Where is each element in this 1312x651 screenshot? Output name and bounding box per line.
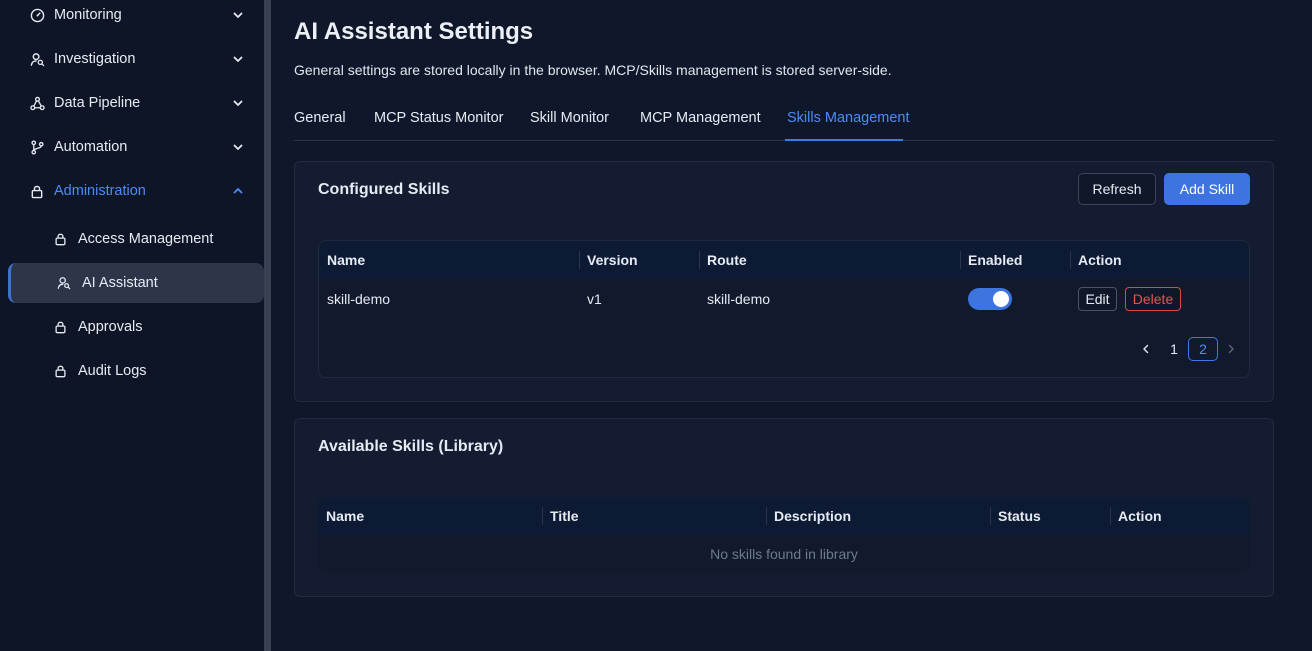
page-title: AI Assistant Settings: [294, 18, 534, 45]
sidebar-item-label: Audit Logs: [78, 363, 147, 379]
enabled-toggle[interactable]: [968, 288, 1012, 310]
empty-state: No skills found in library: [318, 535, 1250, 573]
table-header: Name Title Description Status Action: [318, 497, 1250, 535]
gauge-icon: [29, 7, 45, 23]
configured-skills-card: Configured Skills Refresh Add Skill Name…: [294, 161, 1274, 402]
branch-icon: [29, 139, 45, 155]
tab-general[interactable]: General: [294, 110, 346, 126]
lock-icon: [53, 232, 67, 246]
sidebar-item-audit-logs[interactable]: Audit Logs: [8, 352, 264, 390]
column-header-version: Version: [579, 241, 638, 279]
next-page-icon[interactable]: [1216, 337, 1246, 361]
library-skills-table: Name Title Description Status Action No …: [318, 497, 1250, 573]
nav-group-label: Automation: [54, 139, 128, 155]
prev-page-icon[interactable]: [1131, 337, 1161, 361]
tab-bar: General MCP Status Monitor Skill Monitor…: [294, 100, 1274, 141]
nav-group-label: Administration: [54, 183, 146, 199]
chevron-down-icon: [232, 53, 244, 65]
configured-skills-table: Name Version Route Enabled Action skill-…: [318, 240, 1250, 378]
lock-icon: [53, 320, 67, 334]
active-tab-indicator: [785, 139, 903, 141]
sidebar-item-ai-assistant[interactable]: AI Assistant: [8, 263, 264, 303]
sidebar-scrollbar[interactable]: [264, 0, 271, 651]
column-header-enabled: Enabled: [960, 241, 1022, 279]
delete-button[interactable]: Delete: [1125, 287, 1181, 311]
nav-group-label: Data Pipeline: [54, 95, 141, 111]
tab-skills-management[interactable]: Skills Management: [787, 110, 910, 126]
page-button-1[interactable]: 1: [1159, 337, 1189, 361]
column-header-action: Action: [1070, 241, 1122, 279]
page-button-2[interactable]: 2: [1188, 337, 1218, 361]
column-header-name: Name: [327, 252, 366, 268]
available-skills-card: Available Skills (Library) Name Title De…: [294, 418, 1274, 597]
column-header-name: Name: [326, 508, 365, 524]
sidebar-item-label: Access Management: [78, 231, 214, 247]
edit-button[interactable]: Edit: [1078, 287, 1117, 311]
chevron-down-icon: [232, 97, 244, 109]
toggle-knob: [993, 291, 1009, 307]
sidebar-item-label: AI Assistant: [82, 275, 158, 291]
tab-skill-monitor[interactable]: Skill Monitor: [530, 110, 609, 126]
cell-name: skill-demo: [327, 291, 391, 307]
page-subtitle: General settings are stored locally in t…: [294, 62, 892, 78]
column-header-description: Description: [766, 497, 851, 535]
nav-group-label: Monitoring: [54, 7, 122, 23]
nav-group-investigation[interactable]: Investigation: [0, 41, 264, 77]
column-header-route: Route: [699, 241, 747, 279]
chevron-down-icon: [232, 9, 244, 21]
lock-icon: [53, 364, 67, 378]
user-search-icon: [29, 51, 45, 67]
chevron-up-icon: [232, 185, 244, 197]
configured-skills-title: Configured Skills: [318, 181, 450, 198]
column-header-title: Title: [542, 497, 579, 535]
tab-mcp-management[interactable]: MCP Management: [640, 110, 761, 126]
sidebar-item-label: Approvals: [78, 319, 143, 335]
pipeline-icon: [29, 95, 45, 111]
nav-group-automation[interactable]: Automation: [0, 129, 264, 165]
chevron-down-icon: [232, 141, 244, 153]
nav-group-data-pipeline[interactable]: Data Pipeline: [0, 85, 264, 121]
tab-mcp-status-monitor[interactable]: MCP Status Monitor: [374, 110, 503, 126]
column-header-status: Status: [990, 497, 1041, 535]
sidebar-item-access-management[interactable]: Access Management: [8, 220, 264, 258]
lock-icon: [29, 183, 45, 199]
cell-route: skill-demo: [707, 291, 771, 307]
nav-group-monitoring[interactable]: Monitoring: [0, 0, 264, 33]
cell-version: v1: [587, 291, 602, 307]
refresh-button[interactable]: Refresh: [1078, 173, 1156, 205]
nav-group-label: Investigation: [54, 51, 136, 67]
sidebar-item-approvals[interactable]: Approvals: [8, 308, 264, 346]
nav-group-administration[interactable]: Administration: [0, 173, 264, 209]
available-skills-title: Available Skills (Library): [318, 438, 504, 455]
column-header-action: Action: [1110, 497, 1162, 535]
table-header: Name Version Route Enabled Action: [319, 241, 1249, 279]
user-search-icon: [57, 276, 71, 290]
add-skill-button[interactable]: Add Skill: [1164, 173, 1250, 205]
sidebar: Monitoring Investigation Data Pipeline A…: [0, 0, 271, 651]
main-content: AI Assistant Settings General settings a…: [271, 0, 1312, 651]
